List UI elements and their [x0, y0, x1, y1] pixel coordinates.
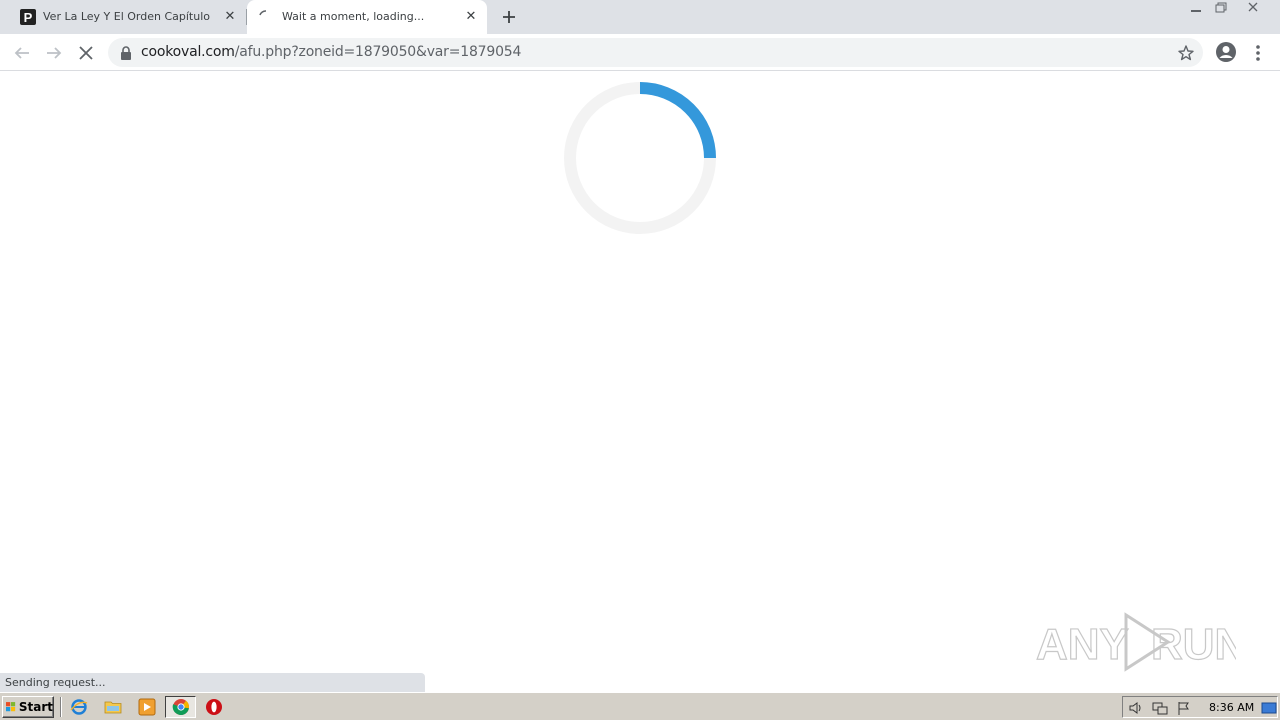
status-text: Sending request...	[5, 676, 106, 689]
svg-text:P: P	[24, 10, 33, 25]
tab-strip: P Ver La Ley Y El Orden Capítulo 8 ✕ Wai…	[0, 0, 1280, 34]
windows-taskbar: Start 8:36 AM	[0, 692, 1280, 720]
restore-button[interactable]	[1208, 0, 1234, 17]
tab-title: Wait a moment, loading...	[282, 10, 425, 23]
watermark-left-text: ANY	[1036, 620, 1129, 669]
minimize-button[interactable]	[1183, 0, 1209, 17]
tab-close-icon[interactable]: ✕	[463, 9, 479, 25]
close-window-button[interactable]	[1233, 0, 1273, 17]
tab-ver-la-ley[interactable]: P Ver La Ley Y El Orden Capítulo 8 ✕	[0, 0, 246, 34]
tab-title: Ver La Ley Y El Orden Capítulo 8	[43, 10, 213, 23]
page-content: Sending request... ANY RUN	[0, 72, 1280, 692]
start-label: Start	[18, 700, 53, 714]
opera-icon[interactable]	[205, 698, 223, 716]
show-desktop-icon[interactable]	[1261, 700, 1277, 716]
clock[interactable]: 8:36 AM	[1209, 701, 1254, 714]
lock-icon[interactable]	[120, 46, 132, 60]
account-avatar-icon[interactable]	[1215, 41, 1237, 63]
watermark-right-text: RUN	[1151, 620, 1236, 669]
loading-spinner-icon	[259, 10, 267, 16]
volume-icon[interactable]	[1128, 700, 1144, 716]
new-tab-plus-icon[interactable]	[499, 7, 519, 27]
internet-explorer-icon[interactable]	[70, 698, 88, 716]
windows-logo-icon	[6, 702, 16, 712]
start-button[interactable]: Start	[2, 696, 54, 718]
status-bubble: Sending request...	[0, 673, 425, 692]
loading-spinner	[564, 82, 716, 234]
bookmark-star-icon[interactable]	[1177, 44, 1195, 62]
forward-arrow-icon[interactable]	[43, 42, 65, 64]
p-logo-icon: P	[20, 9, 36, 25]
chrome-taskbar-button[interactable]	[165, 696, 196, 718]
action-center-flag-icon[interactable]	[1176, 700, 1192, 716]
url-path: /afu.php?zoneid=1879050&var=1879054	[234, 44, 522, 60]
tab-close-icon[interactable]: ✕	[222, 9, 238, 25]
chrome-icon	[172, 699, 189, 715]
url-text[interactable]: cookoval.com/afu.php?zoneid=1879050&var=…	[141, 44, 521, 60]
anyrun-watermark: ANY RUN	[1036, 612, 1236, 672]
system-tray: 8:36 AM	[1122, 696, 1278, 718]
folder-icon[interactable]	[104, 698, 122, 716]
tab-loading[interactable]: Wait a moment, loading... ✕	[247, 0, 487, 34]
taskbar-separator	[60, 697, 62, 717]
address-bar[interactable]: cookoval.com/afu.php?zoneid=1879050&var=…	[108, 38, 1203, 67]
back-arrow-icon[interactable]	[11, 42, 33, 64]
stop-loading-icon[interactable]	[75, 42, 97, 64]
media-player-icon[interactable]	[138, 698, 156, 716]
url-domain: cookoval.com	[141, 44, 235, 60]
more-menu-icon[interactable]	[1250, 42, 1266, 64]
browser-toolbar: cookoval.com/afu.php?zoneid=1879050&var=…	[0, 34, 1280, 71]
network-icon[interactable]	[1152, 700, 1168, 716]
